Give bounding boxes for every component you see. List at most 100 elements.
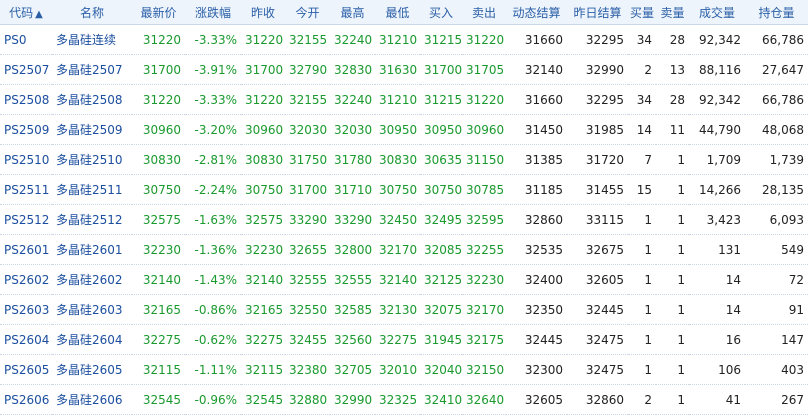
column-header-code[interactable]: 代码 ▲ bbox=[0, 0, 52, 25]
column-header-name[interactable]: 名称 bbox=[52, 0, 132, 25]
column-header-bid[interactable]: 买入 bbox=[420, 0, 462, 25]
cell-code[interactable]: PS2512 bbox=[0, 204, 52, 235]
cell-ask-vol: 1 bbox=[656, 294, 689, 325]
column-header-high[interactable]: 最高 bbox=[330, 0, 375, 25]
cell-code[interactable]: PS2602 bbox=[0, 264, 52, 295]
table-row[interactable]: PS2601 多晶硅2601 32230 -1.36% 32230 32655 32800 3… bbox=[0, 234, 808, 265]
cell-code[interactable]: PS2606 bbox=[0, 384, 52, 415]
table-row[interactable]: PS2508 多晶硅2508 31220 -3.33% 31220 32155 32240 3… bbox=[0, 84, 808, 115]
column-header-bid-vol[interactable]: 买量 bbox=[628, 0, 656, 25]
column-header-dyn-settle[interactable]: 动态结算 bbox=[506, 0, 567, 25]
cell-prev-settle: 32475 bbox=[567, 354, 628, 385]
cell-prev-settle: 32445 bbox=[567, 294, 628, 325]
cell-prev-settle: 32860 bbox=[567, 384, 628, 415]
cell-name[interactable]: 多晶硅2601 bbox=[52, 234, 132, 265]
cell-name[interactable]: 多晶硅2604 bbox=[52, 324, 132, 355]
cell-prev-settle: 31455 bbox=[567, 174, 628, 205]
cell-name[interactable]: 多晶硅2606 bbox=[52, 384, 132, 415]
cell-low: 31210 bbox=[375, 84, 420, 115]
cell-name[interactable]: 多晶硅2605 bbox=[52, 354, 132, 385]
cell-high: 32030 bbox=[330, 114, 375, 145]
table-row[interactable]: PS2606 多晶硅2606 32545 -0.96% 32545 32880 32990 3… bbox=[0, 384, 808, 415]
cell-code[interactable]: PS2605 bbox=[0, 354, 52, 385]
column-header-ask-vol[interactable]: 卖量 bbox=[656, 0, 689, 25]
cell-ask-vol: 1 bbox=[656, 174, 689, 205]
cell-volume: 131 bbox=[689, 234, 745, 265]
table-row[interactable]: PS2605 多晶硅2605 32115 -1.11% 32115 32380 32705 3… bbox=[0, 354, 808, 385]
cell-code[interactable]: PS2507 bbox=[0, 54, 52, 85]
cell-open-interest: 91 bbox=[745, 294, 808, 325]
cell-volume: 14 bbox=[689, 294, 745, 325]
cell-bid-vol: 7 bbox=[628, 144, 656, 175]
column-header-label: 最高 bbox=[340, 5, 365, 20]
cell-name[interactable]: 多晶硅2512 bbox=[52, 204, 132, 235]
column-header-last-price[interactable]: 最新价 bbox=[132, 0, 185, 25]
cell-open: 32555 bbox=[285, 264, 330, 295]
cell-prev-settle: 33115 bbox=[567, 204, 628, 235]
cell-name[interactable]: 多晶硅2509 bbox=[52, 114, 132, 145]
cell-prev-close: 32230 bbox=[241, 234, 285, 265]
cell-name[interactable]: 多晶硅2603 bbox=[52, 294, 132, 325]
cell-bid-vol: 14 bbox=[628, 114, 656, 145]
cell-code[interactable]: PS2510 bbox=[0, 144, 52, 175]
cell-open-interest: 267 bbox=[745, 384, 808, 415]
cell-prev-close: 32165 bbox=[241, 294, 285, 325]
cell-dyn-settle: 32445 bbox=[506, 324, 567, 355]
column-header-open-interest[interactable]: 持仓量 bbox=[745, 0, 808, 25]
cell-name[interactable]: 多晶硅连续 bbox=[52, 24, 132, 55]
cell-ask-vol: 1 bbox=[656, 204, 689, 235]
table-row[interactable]: PS2604 多晶硅2604 32275 -0.62% 32275 32455 32560 3… bbox=[0, 324, 808, 355]
cell-name[interactable]: 多晶硅2602 bbox=[52, 264, 132, 295]
cell-code[interactable]: PS2603 bbox=[0, 294, 52, 325]
cell-bid-vol: 1 bbox=[628, 324, 656, 355]
table-row[interactable]: PS2507 多晶硅2507 31700 -3.91% 31700 32790 32830 3… bbox=[0, 54, 808, 85]
cell-open: 31700 bbox=[285, 174, 330, 205]
cell-volume: 14,266 bbox=[689, 174, 745, 205]
cell-prev-close: 30830 bbox=[241, 144, 285, 175]
cell-open: 32155 bbox=[285, 24, 330, 55]
cell-bid-vol: 34 bbox=[628, 24, 656, 55]
column-header-volume[interactable]: 成交量 bbox=[689, 0, 745, 25]
column-header-prev-settle[interactable]: 昨日结算 bbox=[567, 0, 628, 25]
cell-last-price: 32575 bbox=[132, 204, 185, 235]
column-header-label: 今开 bbox=[295, 5, 320, 20]
cell-code[interactable]: PS2509 bbox=[0, 114, 52, 145]
column-header-change-pct[interactable]: 涨跌幅 bbox=[185, 0, 241, 25]
cell-volume: 41 bbox=[689, 384, 745, 415]
table-row[interactable]: PS2509 多晶硅2509 30960 -3.20% 30960 32030 32030 3… bbox=[0, 114, 808, 145]
table-row[interactable]: PS2510 多晶硅2510 30830 -2.81% 30830 31750 31780 3… bbox=[0, 144, 808, 175]
cell-open: 32030 bbox=[285, 114, 330, 145]
cell-name[interactable]: 多晶硅2511 bbox=[52, 174, 132, 205]
cell-open-interest: 66,786 bbox=[745, 24, 808, 55]
cell-high: 32990 bbox=[330, 384, 375, 415]
cell-code[interactable]: PS2601 bbox=[0, 234, 52, 265]
cell-dyn-settle: 32140 bbox=[506, 54, 567, 85]
cell-name[interactable]: 多晶硅2510 bbox=[52, 144, 132, 175]
column-header-label: 持仓量 bbox=[758, 5, 795, 20]
cell-change-pct: -3.33% bbox=[185, 24, 241, 55]
table-row[interactable]: PS2602 多晶硅2602 32140 -1.43% 32140 32555 32555 3… bbox=[0, 264, 808, 295]
table-row[interactable]: PS2512 多晶硅2512 32575 -1.63% 32575 33290 33290 3… bbox=[0, 204, 808, 235]
column-header-ask[interactable]: 卖出 bbox=[462, 0, 506, 25]
column-header-low[interactable]: 最低 bbox=[375, 0, 420, 25]
cell-name[interactable]: 多晶硅2508 bbox=[52, 84, 132, 115]
cell-code[interactable]: PS2508 bbox=[0, 84, 52, 115]
cell-open: 32455 bbox=[285, 324, 330, 355]
cell-open-interest: 6,093 bbox=[745, 204, 808, 235]
cell-low: 32130 bbox=[375, 294, 420, 325]
cell-code[interactable]: PS2604 bbox=[0, 324, 52, 355]
cell-bid: 30750 bbox=[420, 174, 462, 205]
cell-prev-close: 31220 bbox=[241, 24, 285, 55]
cell-name[interactable]: 多晶硅2507 bbox=[52, 54, 132, 85]
cell-code[interactable]: PS2511 bbox=[0, 174, 52, 205]
cell-code[interactable]: PS0 bbox=[0, 24, 52, 55]
table-row[interactable]: PS2511 多晶硅2511 30750 -2.24% 30750 31700 31710 3… bbox=[0, 174, 808, 205]
column-header-open[interactable]: 今开 bbox=[285, 0, 330, 25]
column-header-prev-close[interactable]: 昨收 bbox=[241, 0, 285, 25]
table-row[interactable]: PS0 多晶硅连续 31220 -3.33% 31220 32155 32240 31210 3… bbox=[0, 24, 808, 55]
cell-high: 32555 bbox=[330, 264, 375, 295]
table-row[interactable]: PS2603 多晶硅2603 32165 -0.86% 32165 32550 32585 3… bbox=[0, 294, 808, 325]
cell-prev-close: 32140 bbox=[241, 264, 285, 295]
cell-open: 33290 bbox=[285, 204, 330, 235]
cell-ask: 30960 bbox=[462, 114, 506, 145]
